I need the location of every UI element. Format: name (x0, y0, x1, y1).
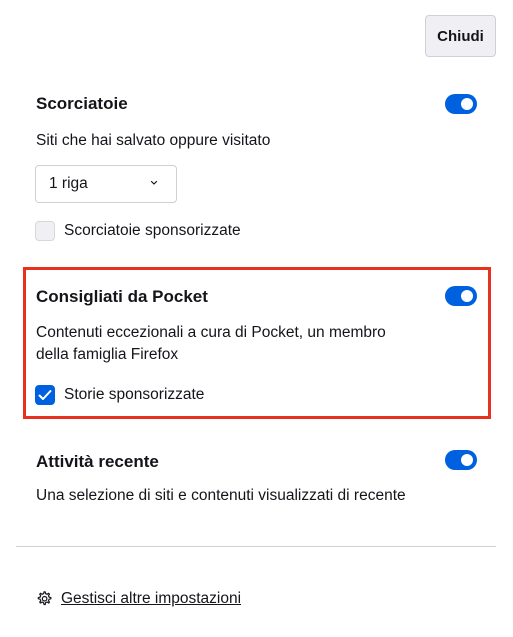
sponsored-shortcuts-label: Scorciatoie sponsorizzate (64, 222, 241, 239)
recent-activity-toggle[interactable] (445, 450, 477, 470)
close-button[interactable]: Chiudi (425, 15, 496, 57)
shortcuts-rows-value: 1 riga (49, 175, 88, 192)
toggle-knob (461, 454, 473, 466)
pocket-toggle[interactable] (445, 286, 477, 306)
shortcuts-rows-select[interactable]: 1 riga (35, 165, 177, 203)
toggle-knob (461, 98, 473, 110)
recent-activity-title: Attività recente (36, 452, 159, 471)
shortcuts-toggle[interactable] (445, 94, 477, 114)
manage-settings-label[interactable]: Gestisci altre impostazioni (61, 590, 241, 608)
shortcuts-title: Scorciatoie (36, 94, 128, 113)
toggle-knob (461, 290, 473, 302)
sponsored-shortcuts-checkbox-row[interactable]: Scorciatoie sponsorizzate (35, 221, 241, 241)
pocket-title: Consigliati da Pocket (36, 287, 208, 306)
shortcuts-description: Siti che hai salvato oppure visitato (36, 132, 271, 149)
pocket-description-line2: della famiglia Firefox (36, 346, 179, 363)
checkmark-icon (38, 390, 52, 400)
sponsored-shortcuts-checkbox[interactable] (35, 221, 55, 241)
manage-settings-link[interactable]: Gestisci altre impostazioni (35, 590, 241, 608)
divider (16, 546, 496, 547)
customize-panel: Chiudi Scorciatoie Siti che hai salvato … (0, 0, 513, 637)
sponsored-stories-label: Storie sponsorizzate (64, 386, 205, 403)
sponsored-stories-checkbox-row[interactable]: Storie sponsorizzate (35, 385, 204, 405)
sponsored-stories-checkbox[interactable] (35, 385, 55, 405)
pocket-description-line1: Contenuti eccezionali a cura di Pocket, … (36, 324, 386, 341)
gear-icon (37, 591, 52, 606)
recent-activity-description: Una selezione di siti e contenuti visual… (36, 487, 406, 504)
chevron-down-icon (150, 180, 158, 185)
